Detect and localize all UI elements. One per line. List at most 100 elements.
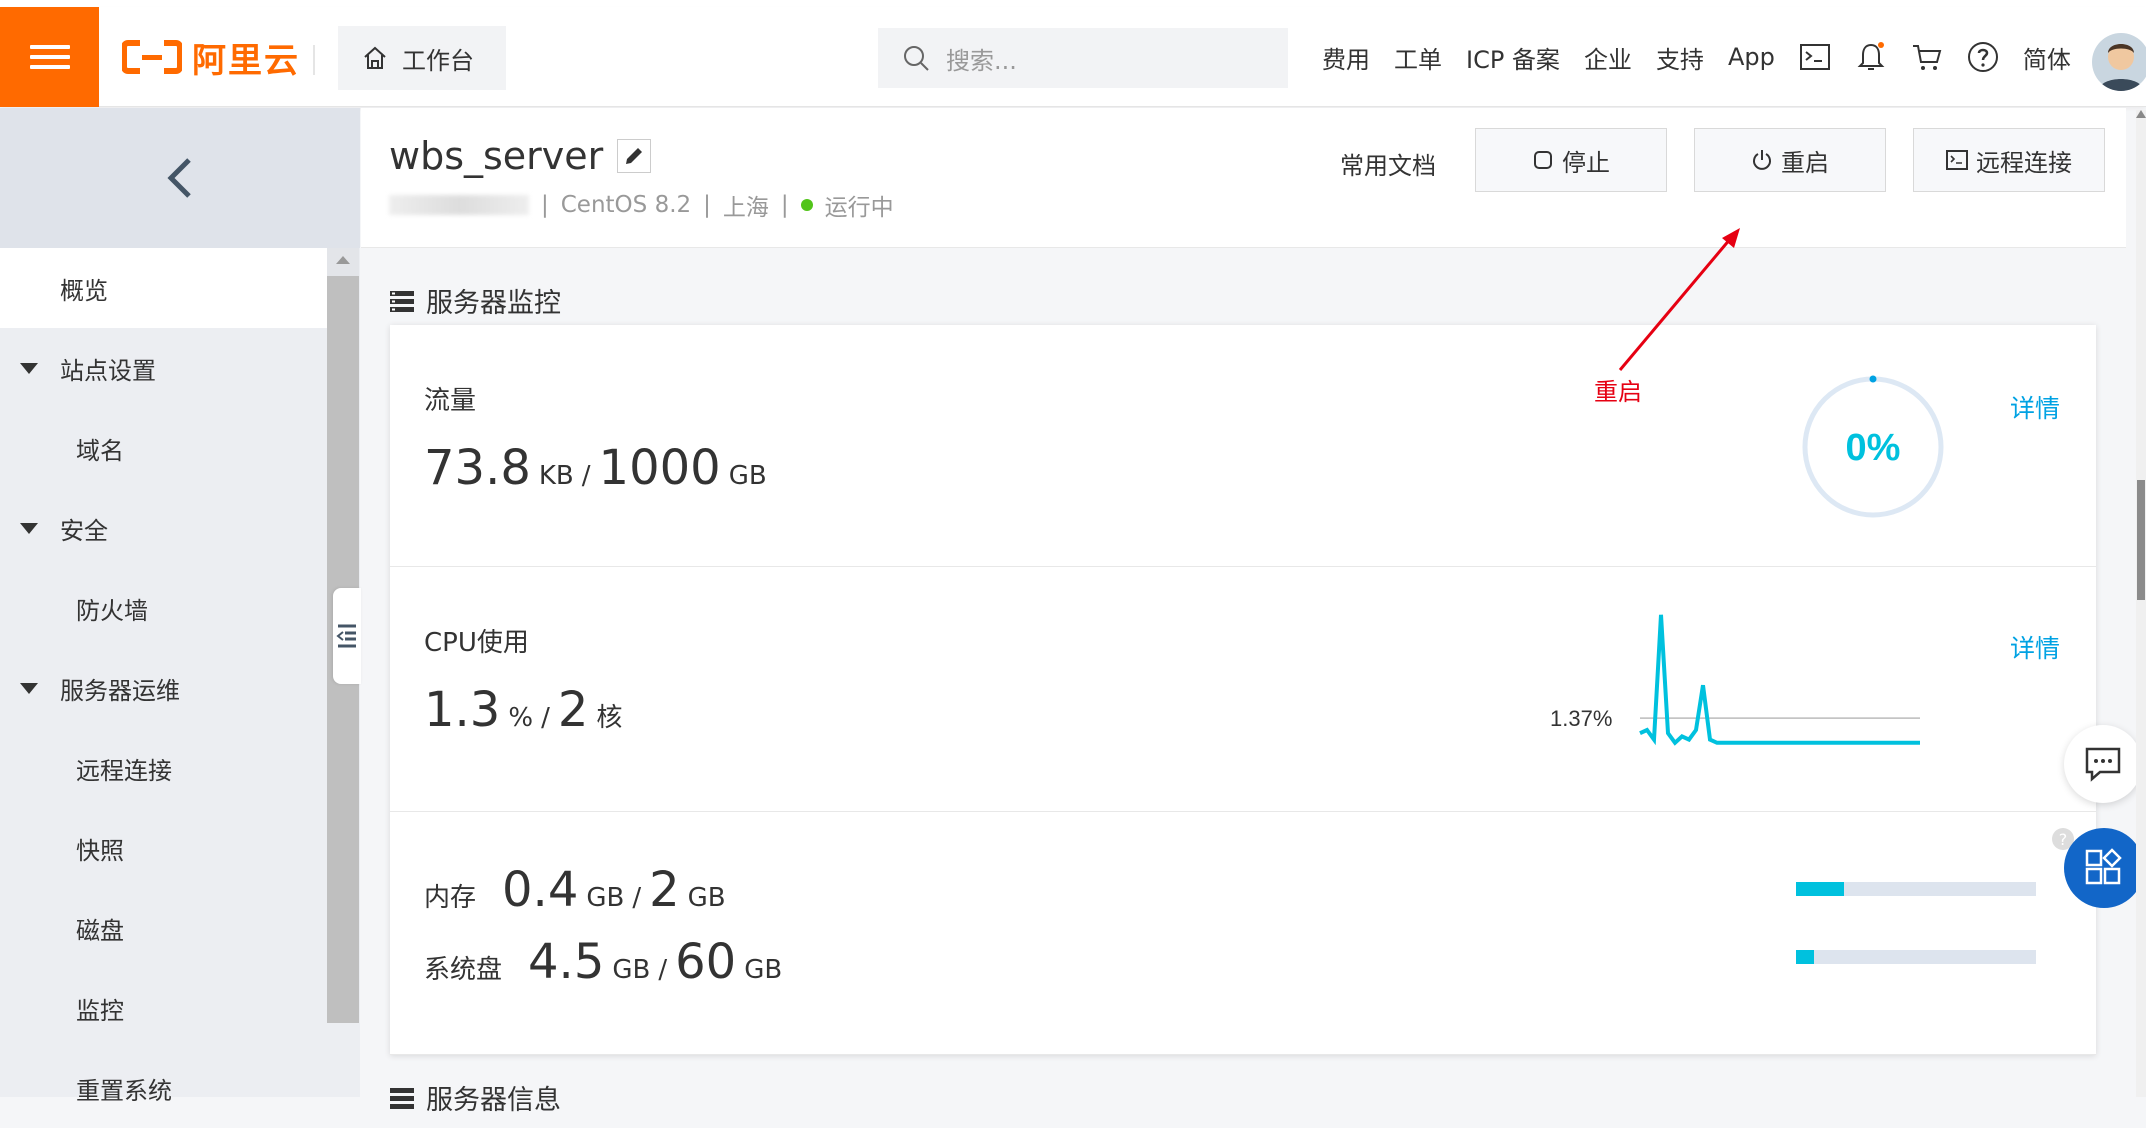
collapse-sidebar-button[interactable]: [0, 108, 360, 248]
traffic-progress-ring: 0%: [1802, 375, 1944, 518]
traffic-separator: /: [581, 461, 591, 491]
annotation-label: 重启: [1594, 378, 1642, 406]
traffic-used-unit: KB: [538, 461, 574, 491]
cpu-separator: /: [541, 703, 550, 733]
nav-tickets[interactable]: 工单: [1394, 40, 1442, 75]
sidebar-item-disk[interactable]: 磁盘: [0, 888, 327, 968]
sidebar-item-overview[interactable]: 概览: [0, 248, 327, 328]
sidebar-item-domain[interactable]: 域名: [0, 408, 327, 488]
scroll-up-arrow-icon[interactable]: [2136, 110, 2146, 118]
memory-used: 0.4: [502, 862, 579, 918]
language-switch[interactable]: 简体: [2023, 40, 2071, 75]
disk-label: 系统盘: [424, 955, 503, 985]
nav-app[interactable]: App: [1728, 43, 1775, 71]
server-stack-icon: [390, 290, 414, 312]
nav-fees[interactable]: 费用: [1322, 40, 1370, 75]
sidebar-group-server-ops[interactable]: 服务器运维: [0, 648, 327, 728]
aliyun-logo-icon: [122, 40, 182, 74]
sidebar-item-reset-system[interactable]: 重置系统: [0, 1048, 327, 1128]
page-scrollbar[interactable]: [2136, 110, 2146, 1097]
disk-total: 60: [675, 934, 737, 990]
traffic-value: 73.8 KB / 1000 GB: [424, 440, 767, 496]
cart-icon[interactable]: [1911, 41, 1943, 73]
cpu-label: CPU使用: [424, 628, 529, 658]
sidebar-item-label: 站点设置: [60, 356, 156, 385]
power-icon: [1753, 150, 1771, 170]
server-os: CentOS 8.2: [560, 192, 692, 218]
sidebar-nav: 概览 站点设置 域名 安全 防火墙 服务器运维 远程连接 快照 磁盘 监控 重置…: [0, 248, 327, 1128]
sidebar-item-monitor[interactable]: 监控: [0, 968, 327, 1048]
stop-button[interactable]: 停止: [1475, 128, 1667, 192]
memory-usage-bar: [1796, 882, 2036, 896]
cpu-series-line: [1639, 614, 1920, 746]
edit-name-button[interactable]: [617, 139, 652, 173]
workbench-button[interactable]: 工作台: [338, 26, 506, 90]
meta-separator: |: [780, 192, 789, 218]
terminal-icon[interactable]: [1799, 41, 1831, 73]
sidebar-item-firewall[interactable]: 防火墙: [0, 568, 327, 648]
cpu-used: 1.3: [424, 682, 501, 738]
meta-separator: |: [541, 192, 549, 218]
apps-float-button[interactable]: [2064, 828, 2144, 908]
terminal-icon: [1946, 150, 1968, 170]
avatar[interactable]: [2092, 33, 2146, 91]
traffic-percent: 0%: [1846, 427, 1901, 469]
search-input[interactable]: 搜索...: [878, 28, 1288, 88]
sidebar-item-label: 域名: [76, 436, 124, 465]
nav-support[interactable]: 支持: [1656, 40, 1704, 75]
server-meta: | CentOS 8.2 | 上海 | 运行中: [389, 188, 894, 222]
bell-icon[interactable]: [1855, 41, 1887, 73]
sidebar-item-label: 安全: [60, 516, 108, 545]
brand-logo[interactable]: 阿里云: [122, 37, 300, 81]
traffic-total: 1000: [598, 440, 721, 496]
cpu-card: CPU使用 1.3 % / 2 核 1.37% 详情: [390, 567, 2096, 812]
cpu-usage-chart: 1.37%: [1550, 614, 1920, 746]
server-region: 上海: [722, 195, 769, 221]
sidebar-group-site-settings[interactable]: 站点设置: [0, 328, 327, 408]
nav-enterprise[interactable]: 企业: [1584, 40, 1632, 75]
top-navigation-bar: 阿里云 工作台 搜索... 费用 工单 ICP 备案 企业 支持 App 简体: [0, 7, 2146, 107]
remote-connect-button[interactable]: 远程连接: [1913, 128, 2105, 192]
disk-row: 系统盘 4.5 GB / 60 GB: [424, 934, 782, 990]
hamburger-menu-button[interactable]: [0, 7, 99, 107]
status-dot-icon: [800, 199, 813, 211]
sidebar-item-label: 监控: [76, 996, 124, 1025]
sidebar-group-security[interactable]: 安全: [0, 488, 327, 568]
traffic-total-unit: GB: [728, 461, 767, 491]
traffic-detail-link[interactable]: 详情: [2010, 389, 2060, 425]
search-icon: [904, 46, 929, 71]
common-docs-link[interactable]: 常用文档: [1340, 146, 1436, 181]
ip-address-redacted: [389, 195, 529, 215]
logo-divider: [313, 45, 315, 75]
cpu-reference-label: 1.37%: [1550, 706, 1612, 731]
scroll-up-arrow-icon[interactable]: [336, 256, 350, 264]
home-icon: [364, 46, 386, 69]
help-icon[interactable]: [1967, 41, 1999, 73]
search-placeholder: 搜索...: [946, 46, 1017, 75]
top-border: [0, 0, 2146, 7]
memory-separator: /: [632, 883, 642, 913]
cpu-detail-link[interactable]: 详情: [2010, 629, 2060, 665]
sidebar-toggle-tab[interactable]: [333, 588, 361, 684]
sidebar-item-remote-connect[interactable]: 远程连接: [0, 728, 327, 808]
triangle-down-icon: [20, 362, 38, 374]
disk-used-unit: GB: [612, 955, 651, 985]
monitor-section-title: 服务器监控: [390, 281, 561, 320]
sidebar-item-label: 磁盘: [76, 916, 124, 945]
brand-name: 阿里云: [192, 40, 300, 81]
top-nav-links: 费用 工单 ICP 备案 企业 支持 App 简体: [1322, 7, 2071, 107]
info-section-title: 服务器信息: [390, 1078, 561, 1117]
disk-usage-bar: [1796, 950, 2036, 964]
restart-button[interactable]: 重启: [1694, 128, 1886, 192]
server-name: wbs_server: [389, 134, 604, 178]
sidebar-item-snapshot[interactable]: 快照: [0, 808, 327, 888]
nav-icp[interactable]: ICP 备案: [1466, 40, 1560, 75]
page-scrollbar-thumb[interactable]: [2137, 480, 2145, 600]
disk-total-unit: GB: [744, 955, 783, 985]
server-title: wbs_server: [389, 134, 652, 178]
cpu-cores-unit: 核: [596, 703, 623, 733]
chat-float-button[interactable]: [2064, 725, 2142, 803]
apps-grid-icon: [2085, 848, 2122, 885]
sidebar-item-label: 概览: [60, 276, 108, 305]
triangle-down-icon: [20, 682, 38, 694]
